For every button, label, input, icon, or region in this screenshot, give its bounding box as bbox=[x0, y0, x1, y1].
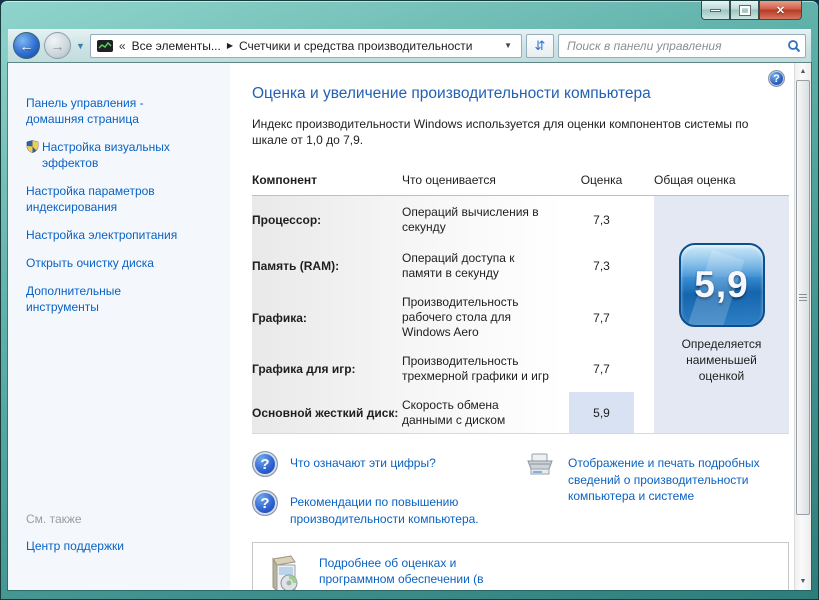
sidebar-item-disk-cleanup[interactable]: Открыть очистку диска bbox=[26, 255, 220, 271]
uac-shield-icon bbox=[26, 140, 39, 153]
link-print-details[interactable]: Отображение и печать подробных сведений … bbox=[524, 451, 789, 504]
close-button[interactable]: ✕ bbox=[759, 1, 802, 20]
component-score: 7,3 bbox=[569, 243, 634, 289]
breadcrumb-separator-icon[interactable]: ▶ bbox=[227, 41, 233, 50]
breadcrumb-item-performance[interactable]: Счетчики и средства производительности bbox=[239, 39, 472, 53]
maximize-button[interactable] bbox=[730, 1, 759, 20]
chevron-down-icon: ▼ bbox=[76, 41, 85, 51]
control-panel-window: ✕ ← → ▼ « Все элементы... ▶ Счетчики и с… bbox=[0, 0, 819, 600]
minimize-button[interactable] bbox=[701, 1, 730, 20]
wei-score-table: Компонент Что оценивается Оценка Общая о… bbox=[252, 173, 789, 434]
table-header-row: Компонент Что оценивается Оценка Общая о… bbox=[252, 173, 789, 196]
back-button[interactable]: ← bbox=[13, 32, 40, 59]
forward-button[interactable]: → bbox=[44, 32, 71, 59]
scrollbar-thumb[interactable] bbox=[796, 80, 810, 515]
table-body: Процессор: Операций вычисления в секунду… bbox=[252, 196, 789, 434]
component-description: Операций вычисления в секунду bbox=[402, 200, 569, 240]
column-header-score: Оценка bbox=[569, 173, 634, 187]
component-score-lowest: 5,9 bbox=[569, 392, 634, 433]
see-also-header: См. также bbox=[26, 512, 220, 526]
window-controls: ✕ bbox=[701, 1, 802, 20]
vertical-scrollbar[interactable]: ▲ ▼ bbox=[794, 63, 811, 590]
breadcrumb-collapse-chevron[interactable]: « bbox=[119, 39, 126, 53]
refresh-button[interactable]: ⇵ bbox=[526, 34, 554, 58]
forward-arrow-icon: → bbox=[51, 38, 65, 54]
link-what-do-numbers-mean[interactable]: ? Что означают эти цифры? bbox=[252, 451, 524, 477]
breadcrumb-item-all-items[interactable]: Все элементы... bbox=[132, 39, 221, 53]
back-arrow-icon: ← bbox=[20, 38, 34, 54]
client-area: Панель управления - домашняя страница На… bbox=[8, 63, 811, 590]
link-performance-tips[interactable]: ? Рекомендации по повышению производител… bbox=[252, 490, 524, 526]
base-score-caption: Определяется наименьшей оценкой bbox=[682, 337, 762, 384]
close-icon: ✕ bbox=[776, 4, 785, 17]
component-description: Производительность трехмерной графики и … bbox=[402, 349, 569, 389]
thumb-grip-icon bbox=[799, 294, 807, 295]
minimize-icon bbox=[710, 9, 721, 12]
overall-score-panel: 5,9 Определяется наименьшей оценкой bbox=[654, 196, 789, 433]
component-name: Графика: bbox=[252, 311, 402, 325]
navigation-toolbar: ← → ▼ « Все элементы... ▶ Счетчики и сре… bbox=[8, 29, 811, 63]
sidebar-item-indexing-options[interactable]: Настройка параметров индексирования bbox=[26, 183, 220, 215]
search-input[interactable] bbox=[567, 39, 787, 53]
help-icon[interactable]: ? bbox=[768, 70, 785, 87]
column-header-overall: Общая оценка bbox=[654, 173, 789, 187]
question-icon[interactable]: ? bbox=[252, 490, 278, 516]
page-intro-text: Индекс производительности Windows исполь… bbox=[252, 116, 794, 148]
task-sidebar: Панель управления - домашняя страница На… bbox=[8, 63, 230, 590]
link-label[interactable]: Рекомендации по повышению производительн… bbox=[290, 490, 479, 526]
sidebar-item-support-center[interactable]: Центр поддержки bbox=[26, 538, 220, 554]
address-dropdown-button[interactable]: ▼ bbox=[501, 41, 515, 50]
sidebar-item-power-settings[interactable]: Настройка электропитания bbox=[26, 227, 220, 243]
component-score: 7,3 bbox=[569, 196, 634, 243]
sidebar-item-visual-effects[interactable]: Настройка визуальных эффектов bbox=[42, 139, 220, 171]
search-box[interactable] bbox=[558, 34, 806, 58]
address-bar[interactable]: « Все элементы... ▶ Счетчики и средства … bbox=[90, 34, 522, 58]
triangle-down-icon: ▼ bbox=[800, 578, 807, 585]
thumb-grip-icon bbox=[799, 297, 807, 298]
sidebar-item-control-panel-home[interactable]: Панель управления - домашняя страница bbox=[26, 95, 220, 127]
component-description: Производительность рабочего стола для Wi… bbox=[402, 290, 569, 345]
component-description: Скорость обмена данными с диском bbox=[402, 393, 569, 433]
component-name: Процессор: bbox=[252, 213, 402, 227]
link-label[interactable]: Что означают эти цифры? bbox=[290, 451, 436, 471]
help-links-section: ? Что означают эти цифры? ? Рекомендации… bbox=[252, 451, 789, 526]
wei-base-score-badge: 5,9 bbox=[679, 243, 765, 327]
printer-icon[interactable] bbox=[524, 451, 556, 484]
component-name: Основной жесткий диск: bbox=[252, 406, 402, 420]
component-name: Графика для игр: bbox=[252, 362, 402, 376]
sidebar-item-label: Настройка визуальных эффектов bbox=[42, 140, 170, 170]
main-content: ? Оценка и увеличение производительности… bbox=[230, 63, 794, 590]
scroll-down-button[interactable]: ▼ bbox=[795, 573, 811, 590]
search-icon[interactable] bbox=[787, 39, 801, 53]
recent-pages-dropdown[interactable]: ▼ bbox=[75, 41, 86, 51]
software-box-icon[interactable] bbox=[265, 553, 305, 590]
scroll-up-button[interactable]: ▲ bbox=[795, 63, 811, 80]
online-info-box: Подробнее об оценках и программном обесп… bbox=[252, 542, 789, 590]
column-header-component: Компонент bbox=[252, 173, 402, 187]
link-label[interactable]: Отображение и печать подробных сведений … bbox=[568, 451, 760, 504]
triangle-up-icon: ▲ bbox=[800, 68, 807, 75]
question-icon[interactable]: ? bbox=[252, 451, 278, 477]
maximize-icon bbox=[740, 6, 750, 15]
base-score-value: 5,9 bbox=[694, 264, 748, 306]
link-online-score-info[interactable]: Подробнее об оценках и программном обесп… bbox=[319, 553, 483, 590]
column-header-what: Что оценивается bbox=[402, 173, 569, 187]
help-links-left-column: ? Что означают эти цифры? ? Рекомендации… bbox=[252, 451, 524, 526]
page-title: Оценка и увеличение производительности к… bbox=[252, 85, 784, 103]
performance-page-icon bbox=[97, 40, 113, 52]
help-links-right-column: Отображение и печать подробных сведений … bbox=[524, 451, 789, 526]
component-name: Память (RAM): bbox=[252, 259, 402, 273]
sidebar-item-advanced-tools[interactable]: Дополнительные инструменты bbox=[26, 283, 220, 315]
component-score: 7,7 bbox=[569, 289, 634, 346]
refresh-icon: ⇵ bbox=[535, 38, 546, 54]
sidebar-spacer bbox=[26, 327, 220, 512]
component-description: Операций доступа к памяти в секунду bbox=[402, 246, 569, 286]
thumb-grip-icon bbox=[799, 300, 807, 301]
component-score: 7,7 bbox=[569, 346, 634, 392]
